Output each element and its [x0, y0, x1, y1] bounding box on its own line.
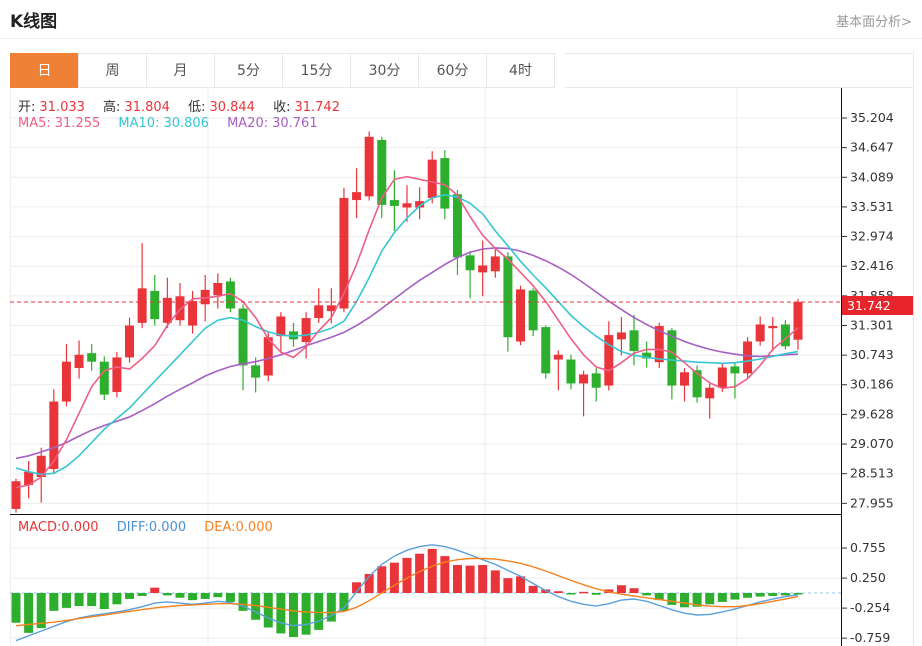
dea-label: DEA: [204, 520, 235, 535]
tab-4hour[interactable]: 4时 [486, 53, 555, 88]
diff-value: 0.000 [149, 520, 186, 535]
svg-text:34.647: 34.647 [850, 140, 894, 155]
ma10-label: MA10: [118, 116, 159, 131]
tab-60min[interactable]: 60分 [418, 53, 487, 88]
high-label: 高: [103, 100, 120, 115]
current-price-tag: 31.742 [842, 296, 913, 315]
macd-histogram [12, 549, 803, 637]
tab-day[interactable]: 日 [10, 53, 79, 88]
tab-5min[interactable]: 5分 [214, 53, 283, 88]
dea-value: 0.000 [236, 520, 273, 535]
svg-text:30.743: 30.743 [850, 347, 894, 362]
svg-text:35.204: 35.204 [850, 110, 894, 125]
svg-text:32.416: 32.416 [850, 258, 894, 273]
tab-week[interactable]: 周 [78, 53, 147, 88]
y-axis-labels: 35.20434.64734.08933.53132.97432.41631.8… [841, 110, 894, 645]
ma-legend: MA5: 31.255 MA10: 30.806 MA20: 30.761 [18, 116, 322, 131]
diff-label: DIFF: [117, 520, 149, 535]
svg-text:29.628: 29.628 [850, 406, 894, 421]
svg-text:34.089: 34.089 [850, 169, 894, 184]
low-label: 低: [188, 100, 205, 115]
svg-text:31.301: 31.301 [850, 317, 894, 332]
svg-text:30.186: 30.186 [850, 377, 894, 392]
ohlc-legend: 开: 31.033 高: 31.804 低: 30.844 收: 31.742 [18, 96, 344, 115]
open-value: 31.033 [39, 100, 85, 115]
macd-value: 0.000 [61, 520, 98, 535]
high-value: 31.804 [124, 100, 170, 115]
ma20-value: 30.761 [272, 116, 318, 131]
svg-text:32.974: 32.974 [850, 229, 894, 244]
tab-30min[interactable]: 30分 [350, 53, 419, 88]
timeframe-tabs: 日 周 月 5分 15分 30分 60分 4时 [10, 53, 555, 88]
ma5-value: 31.255 [55, 116, 101, 131]
macd-label: MACD: [18, 520, 61, 535]
svg-text:33.531: 33.531 [850, 199, 894, 214]
tab-month[interactable]: 月 [146, 53, 215, 88]
svg-text:29.070: 29.070 [850, 436, 894, 451]
svg-text:0.250: 0.250 [850, 570, 886, 585]
low-value: 30.844 [209, 100, 255, 115]
close-label: 收: [273, 100, 290, 115]
svg-text:0.755: 0.755 [850, 540, 886, 555]
svg-text:27.955: 27.955 [850, 495, 894, 510]
close-value: 31.742 [294, 100, 340, 115]
macd-legend: MACD:0.000 DIFF:0.000 DEA:0.000 [18, 520, 277, 535]
open-label: 开: [18, 100, 35, 115]
tab-15min[interactable]: 15分 [282, 53, 351, 88]
axis-borders [10, 88, 842, 646]
gridlines [10, 51, 914, 646]
ma10-value: 30.806 [163, 116, 209, 131]
ma5-label: MA5: [18, 116, 51, 131]
candles [12, 132, 803, 513]
kline-widget: K线图 基本面分析> 日 周 月 5分 15分 30分 60分 4时 35.20… [0, 0, 922, 646]
svg-text:28.513: 28.513 [850, 466, 894, 481]
ma20-label: MA20: [227, 116, 268, 131]
svg-text:-0.759: -0.759 [850, 630, 890, 645]
svg-text:-0.254: -0.254 [850, 600, 890, 615]
